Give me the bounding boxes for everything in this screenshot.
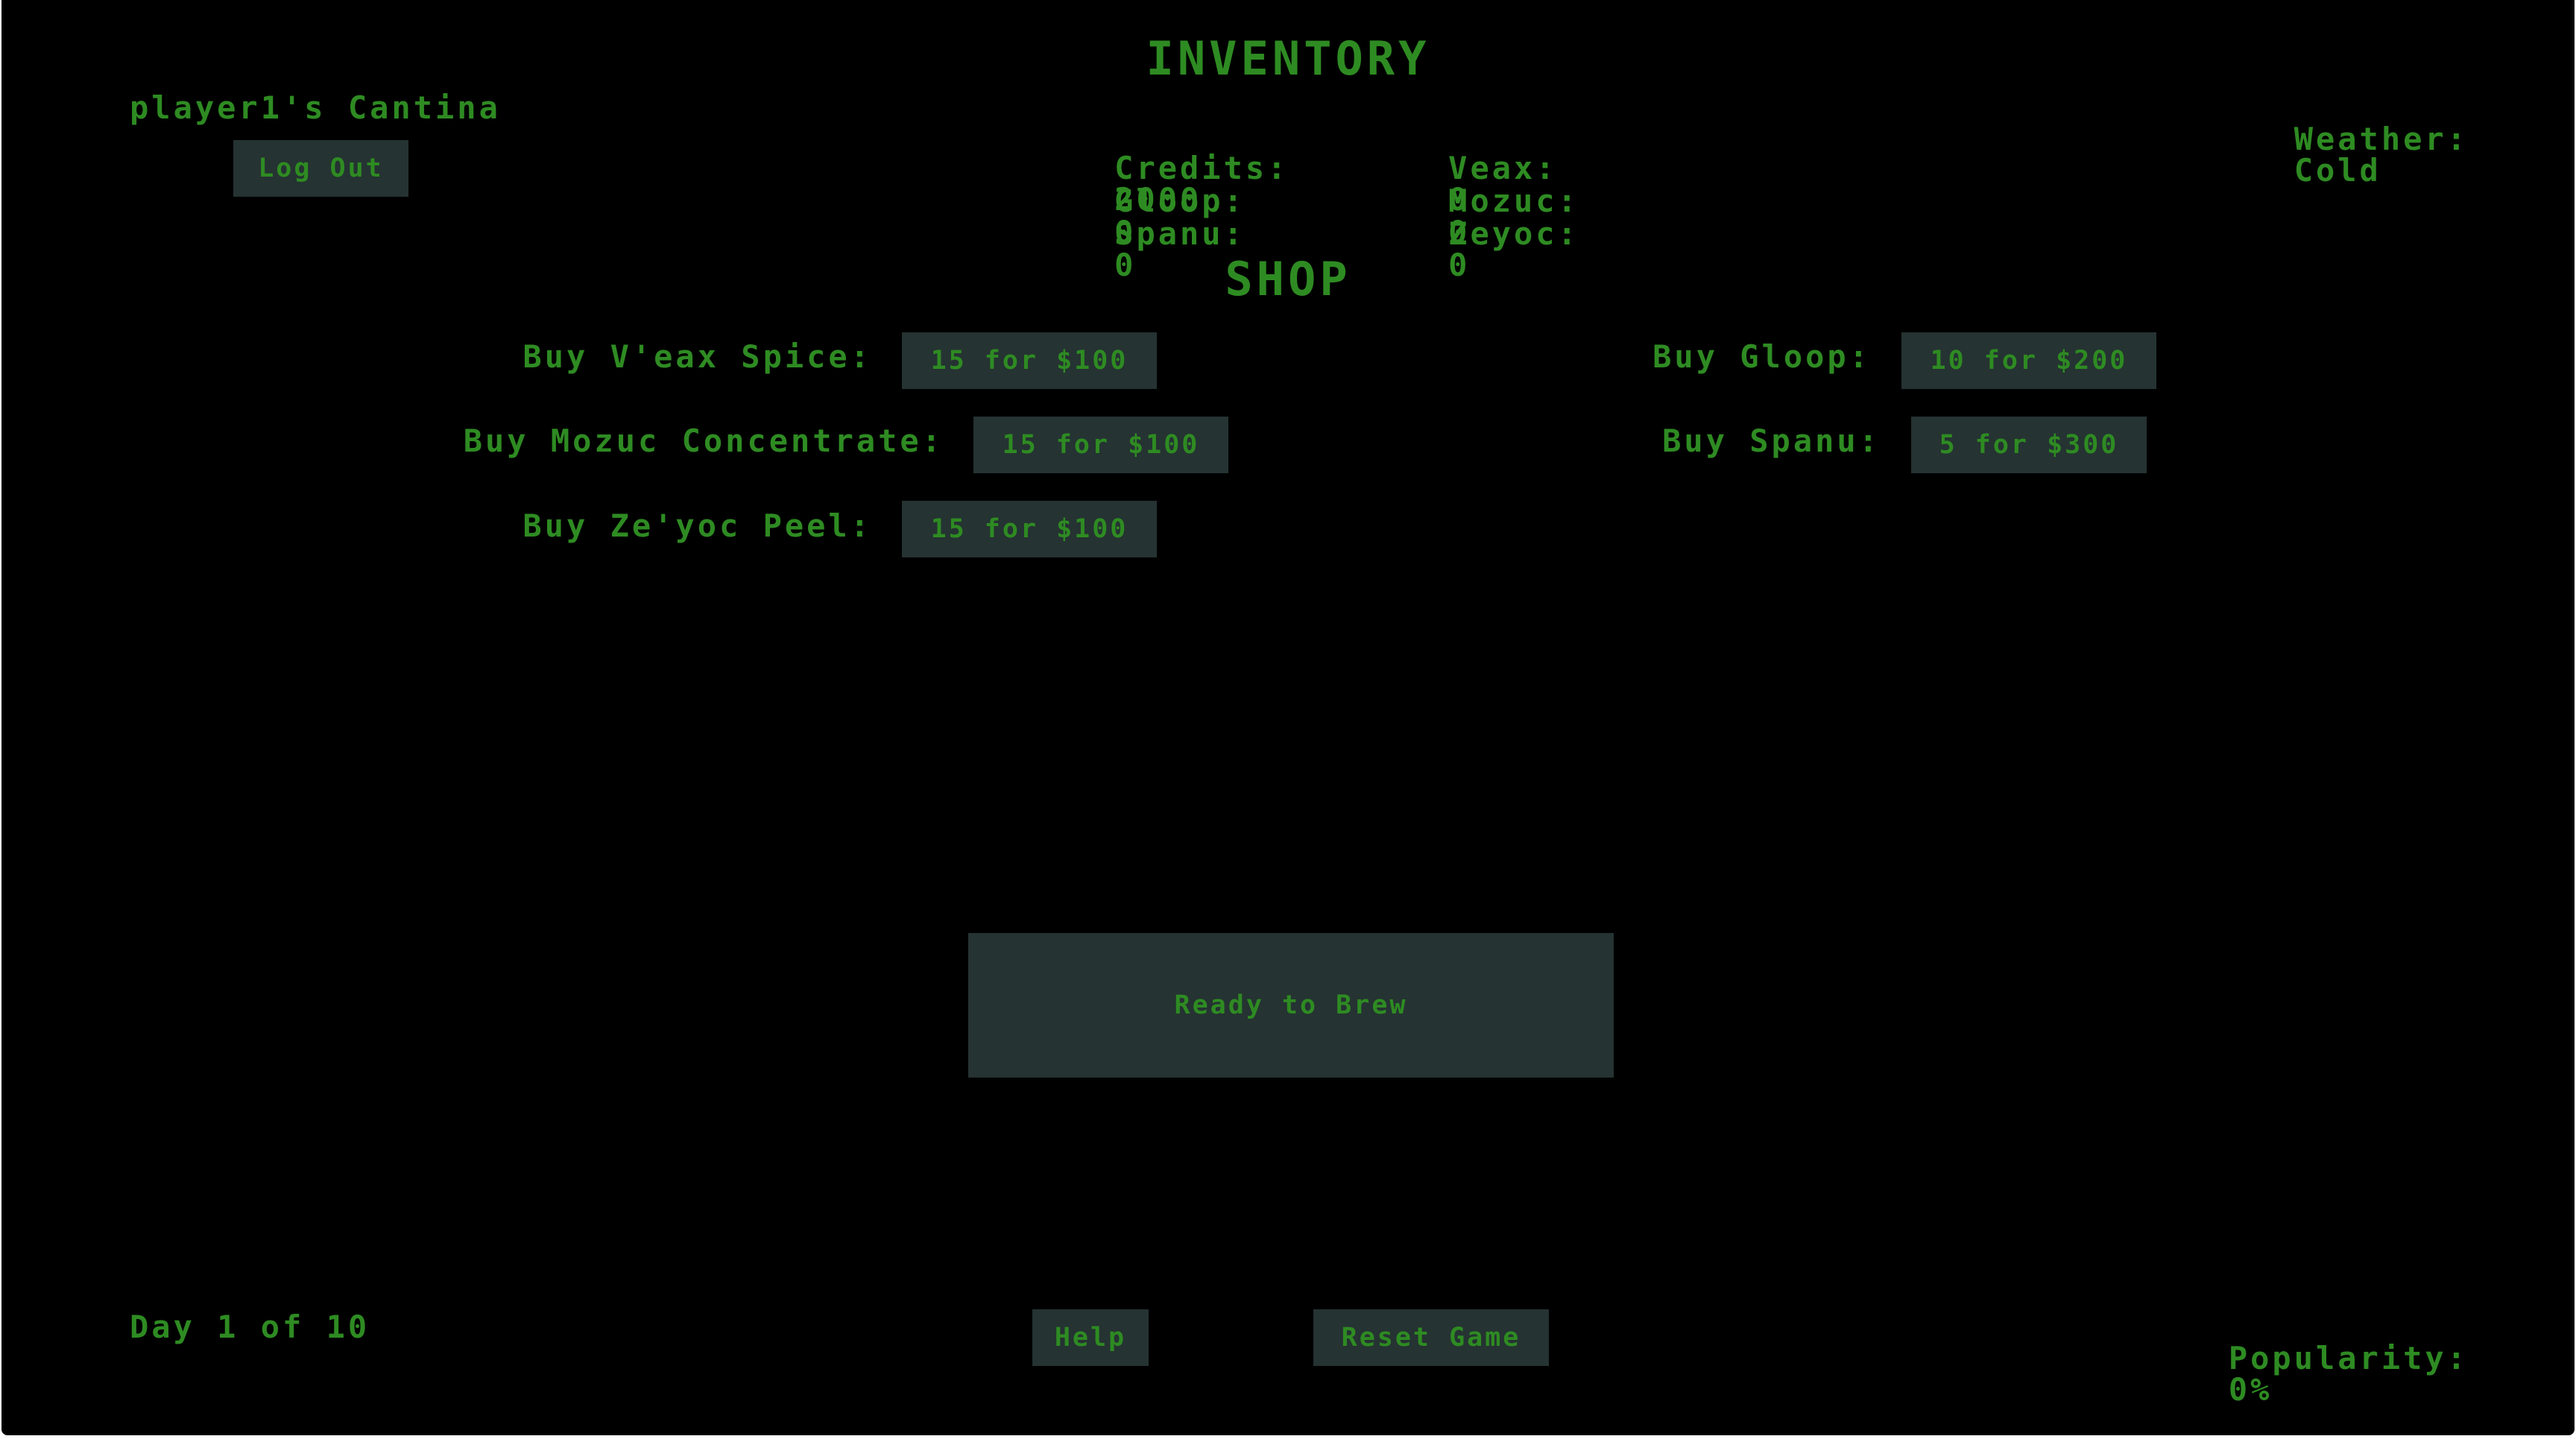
weather-value: Cold <box>2294 152 2381 189</box>
buy-zeyoc-button[interactable]: 15 for $100 <box>902 501 1157 557</box>
popularity-value: 0% <box>2228 1371 2273 1408</box>
shop-label-veax: Buy V'eax Spice: <box>523 338 872 375</box>
brew-button[interactable]: Ready to Brew <box>968 933 1614 1078</box>
buy-gloop-button[interactable]: 10 for $200 <box>1901 332 2156 389</box>
shop-title: SHOP <box>1225 252 1351 306</box>
logout-button[interactable]: Log Out <box>233 140 408 197</box>
shop-label-spanu: Buy Spanu: <box>1662 423 1881 459</box>
help-button[interactable]: Help <box>1032 1309 1149 1366</box>
popularity-indicator: Popularity: 0% <box>2141 1312 2469 1437</box>
reset-game-button[interactable]: Reset Game <box>1313 1309 1549 1366</box>
shop-label-gloop: Buy Gloop: <box>1652 338 1871 375</box>
game-screen: player1's Cantina Log Out Weather: Cold … <box>1 0 2575 1435</box>
weather-indicator: Weather: Cold <box>2207 92 2469 218</box>
buy-mozuc-button[interactable]: 15 for $100 <box>973 417 1228 473</box>
cantina-name: player1's Cantina <box>130 89 501 126</box>
shop-label-zeyoc: Buy Ze'yoc Peel: <box>523 507 872 544</box>
buy-veax-button[interactable]: 15 for $100 <box>902 332 1157 389</box>
day-counter: Day 1 of 10 <box>130 1309 370 1345</box>
shop-label-mozuc: Buy Mozuc Concentrate: <box>463 423 944 459</box>
inventory-title: INVENTORY <box>1146 31 1430 86</box>
buy-spanu-button[interactable]: 5 for $300 <box>1911 417 2147 473</box>
